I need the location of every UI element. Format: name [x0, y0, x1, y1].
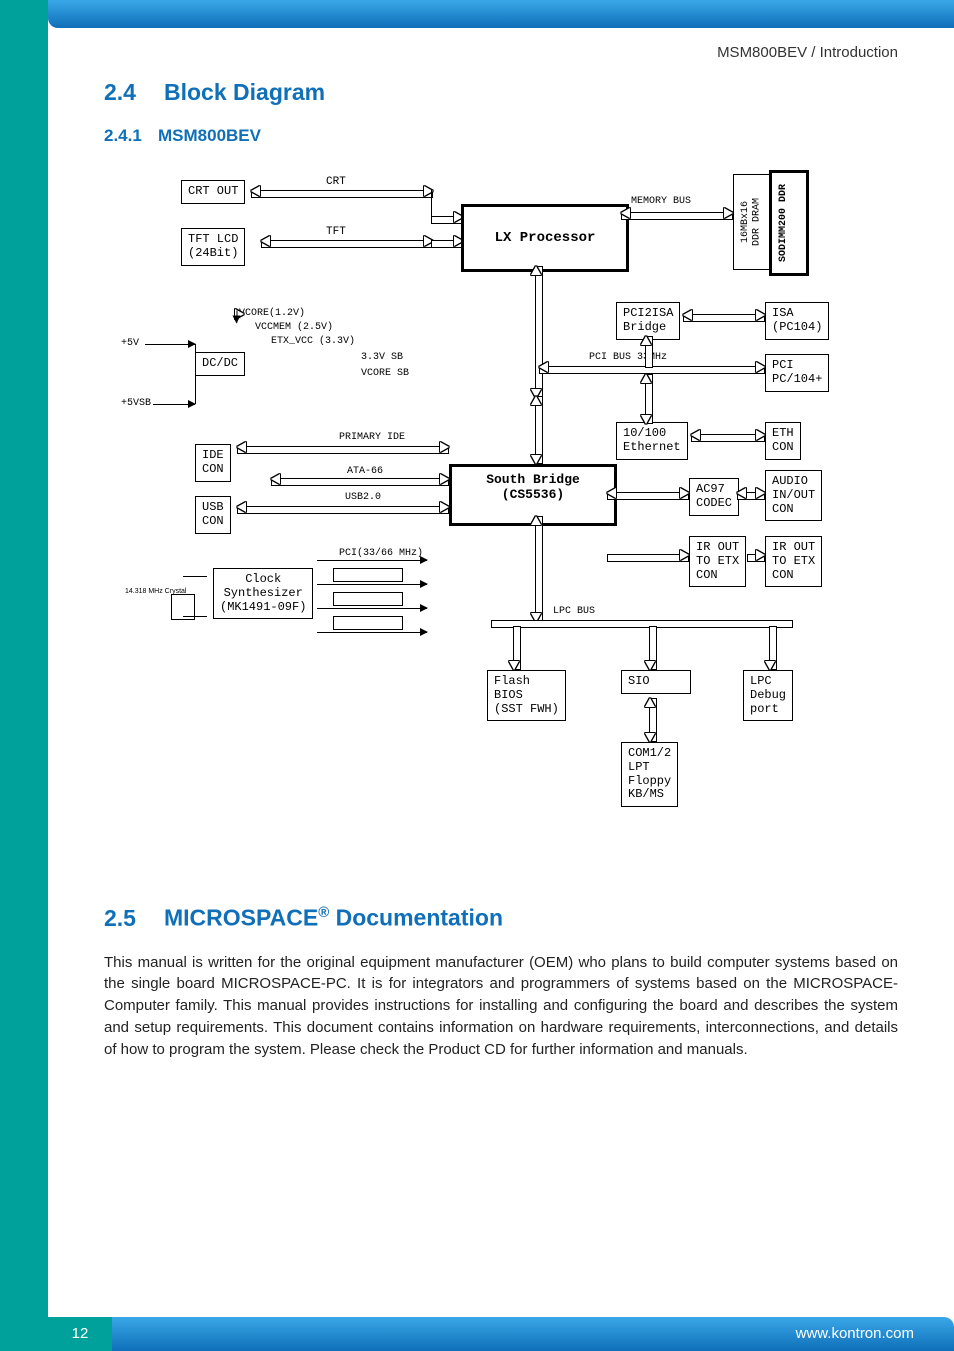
lbl-lpc: LPC BUS — [553, 606, 595, 617]
bus-lx-sb1 — [535, 396, 543, 464]
l — [317, 608, 427, 609]
bus-isa — [683, 314, 765, 322]
bus-ac97 — [607, 492, 689, 500]
box-sio: SIO — [621, 670, 691, 694]
bus-ide — [237, 446, 449, 454]
box-ac97: AC97 CODEC — [689, 478, 739, 516]
bus-ir — [607, 554, 689, 562]
lbl-vcore12: VCORE(1.2V) — [239, 308, 305, 319]
lbl-tft: TFT — [326, 226, 346, 238]
box-ir-out: IR OUT TO ETX CON — [765, 536, 822, 587]
side-accent — [0, 0, 48, 1351]
heading-num: 2.4 — [104, 79, 164, 106]
box-tft-lcd: TFT LCD (24Bit) — [181, 228, 245, 266]
lbl-5v: +5V — [121, 338, 139, 349]
lbl-5vsb: +5VSB — [121, 398, 151, 409]
l — [649, 626, 657, 670]
box-dcdc: DC/DC — [195, 352, 245, 376]
box-isa: ISA (PC104) — [765, 302, 829, 340]
heading-title-sup: ® — [318, 904, 329, 921]
lbl-vccmem: VCCMEM (2.5V) — [255, 322, 333, 333]
line-5vsb — [153, 404, 195, 405]
top-accent — [48, 0, 954, 28]
box-lx-processor: LX Processor — [461, 204, 629, 272]
lbl-primary-ide: PRIMARY IDE — [339, 432, 405, 443]
bus-eth-con — [691, 434, 765, 442]
bus-audio — [737, 492, 765, 500]
box-ddr1: 16MBx16 DDR DRAM — [733, 174, 773, 270]
footer: 12 www.kontron.com — [48, 1317, 954, 1351]
bus-ir2 — [747, 554, 765, 562]
heading-2-4-1: 2.4.1MSM800BEV — [104, 126, 898, 146]
page: MSM800BEV / Introduction 2.4Block Diagra… — [0, 0, 954, 1351]
page-number: 12 — [48, 1317, 112, 1351]
box-com: COM1/2 LPT Floppy KB/MS — [621, 742, 678, 807]
dec — [333, 568, 403, 582]
box-ddr2: SODIMM200 DDR — [769, 170, 809, 276]
box-eth: 10/100 Ethernet — [616, 422, 688, 460]
box-eth-con: ETH CON — [765, 422, 801, 460]
l — [317, 632, 427, 633]
heading-2-5: 2.5MICROSPACE® Documentation — [104, 904, 898, 932]
l — [183, 616, 207, 617]
heading-num: 2.4.1 — [104, 126, 158, 146]
lbl-memory-bus: MEMORY BUS — [631, 196, 691, 207]
heading-2-4: 2.4Block Diagram — [104, 79, 898, 106]
box-clock: Clock Synthesizer (MK1491-09F) — [213, 568, 313, 619]
l — [317, 584, 427, 585]
breadcrumb: MSM800BEV / Introduction — [104, 44, 898, 61]
bus-lpc — [491, 620, 793, 628]
box-ide-con: IDE CON — [195, 444, 231, 482]
bus-crt — [251, 190, 433, 198]
l — [513, 626, 521, 670]
box-crt-out: CRT OUT — [181, 180, 245, 204]
l — [183, 576, 207, 577]
body-paragraph: This manual is written for the original … — [104, 952, 898, 1061]
bus-lx-pci — [535, 266, 543, 398]
box-usb-con: USB CON — [195, 496, 231, 534]
bus-tft — [261, 240, 433, 248]
bus-crt-to-lx — [431, 216, 463, 224]
l — [769, 626, 777, 670]
lbl-33sb: 3.3V SB — [361, 352, 403, 363]
lbl-crt: CRT — [326, 176, 346, 188]
box-audio: AUDIO IN/OUT CON — [765, 470, 822, 521]
bus-pci-eth — [645, 374, 653, 424]
dec — [333, 616, 403, 630]
lbl-pci-bus: PCI BUS 33MHz — [589, 352, 667, 363]
bus-pci-up — [645, 336, 653, 368]
dec — [333, 592, 403, 606]
line-5v — [145, 344, 195, 345]
bus-ata — [271, 478, 449, 486]
lbl-ata66: ATA-66 — [347, 466, 383, 477]
bus-tft-to-lx — [431, 240, 463, 248]
box-pci104: PCI PC/104+ — [765, 354, 829, 392]
footer-url: www.kontron.com — [796, 1317, 954, 1351]
heading-num: 2.5 — [104, 905, 164, 932]
lbl-pci3366: PCI(33/66 MHz) — [339, 548, 423, 559]
heading-title: MSM800BEV — [158, 126, 261, 145]
heading-title-post: Documentation — [329, 905, 503, 931]
lbl-usb20: USB2.0 — [345, 492, 381, 503]
box-lpc-debug: LPC Debug port — [743, 670, 793, 721]
lbl-vcoresb: VCORE SB — [361, 368, 409, 379]
bus-mem — [621, 212, 733, 220]
block-diagram: CRT OUT TFT LCD (24Bit) CRT TFT LX Proce… — [121, 156, 881, 876]
page-content: MSM800BEV / Introduction 2.4Block Diagra… — [48, 28, 954, 1060]
box-ir-in: IR OUT TO ETX CON — [689, 536, 746, 587]
bus-lpc-v — [535, 516, 543, 622]
box-pci2isa: PCI2ISA Bridge — [616, 302, 680, 340]
l — [317, 560, 427, 561]
heading-title: Block Diagram — [164, 79, 325, 105]
arr — [237, 311, 238, 323]
l — [649, 698, 657, 742]
box-flash: Flash BIOS (SST FWH) — [487, 670, 566, 721]
heading-title-pre: MICROSPACE — [164, 905, 318, 931]
lbl-etxvcc: ETX_VCC (3.3V) — [271, 336, 355, 347]
bus-usb — [237, 506, 449, 514]
